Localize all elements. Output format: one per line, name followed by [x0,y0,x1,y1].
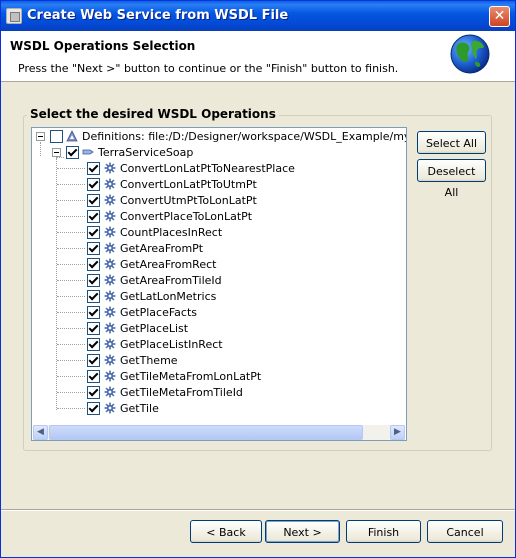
wizard-header: WSDL Operations Selection Press the "Nex… [1,31,515,82]
operation-checkbox[interactable] [87,258,100,271]
collapse-icon[interactable] [36,132,45,141]
operations-tree[interactable]: Definitions: file:/D:/Designer/workspace… [31,127,407,441]
definitions-icon [66,130,78,142]
operation-label: GetAreaFromPt [120,242,204,255]
operation-row[interactable]: GetPlaceListInRect [32,336,406,352]
service-label: TerraServiceSoap [98,146,194,159]
operation-label: CountPlacesInRect [120,226,223,239]
operation-checkbox[interactable] [87,386,100,399]
operation-gear-icon [104,226,116,238]
horizontal-scrollbar[interactable]: ◀ ▶ [33,425,405,440]
operation-row[interactable]: GetAreaFromPt [32,240,406,256]
operation-label: ConvertLonLatPtToNearestPlace [120,162,295,175]
back-button[interactable]: < Back [190,520,262,543]
operation-gear-icon [104,338,116,350]
operation-row[interactable]: GetTile [32,400,406,416]
root-checkbox[interactable] [50,130,63,143]
operation-checkbox[interactable] [87,242,100,255]
collapse-icon[interactable] [52,148,61,157]
operation-gear-icon [104,386,116,398]
operation-gear-icon [104,322,116,334]
operation-label: GetTileMetaFromTileId [120,386,243,399]
operation-label: GetPlaceListInRect [120,338,223,351]
deselect-all-button[interactable]: Deselect All [417,159,486,199]
scroll-right-icon[interactable]: ▶ [390,425,405,440]
operation-row[interactable]: GetTileMetaFromLonLatPt [32,368,406,384]
tree-service-row[interactable]: TerraServiceSoap [32,144,406,160]
operation-row[interactable]: GetTileMetaFromTileId [32,384,406,400]
service-icon [82,149,94,155]
operation-checkbox[interactable] [87,354,100,367]
close-button[interactable]: ✕ [489,6,510,27]
operation-row[interactable]: GetAreaFromTileId [32,272,406,288]
operation-gear-icon [104,274,116,286]
scroll-thumb[interactable] [49,425,363,440]
operation-row[interactable]: ConvertLonLatPtToUtmPt [32,176,406,192]
operation-checkbox[interactable] [87,290,100,303]
root-label: Definitions: file:/D:/Designer/workspace… [82,130,407,143]
operation-gear-icon [104,370,116,382]
select-all-button[interactable]: Select All [417,131,486,154]
operation-row[interactable]: GetLatLonMetrics [32,288,406,304]
window-title: Create Web Service from WSDL File [27,8,289,23]
tree-root-row[interactable]: Definitions: file:/D:/Designer/workspace… [32,128,407,144]
operation-checkbox[interactable] [87,402,100,415]
operation-gear-icon [104,194,116,206]
operation-label: GetLatLonMetrics [120,290,217,303]
operation-label: ConvertLonLatPtToUtmPt [120,178,257,191]
app-icon [6,8,22,24]
operation-checkbox[interactable] [87,322,100,335]
operation-label: GetPlaceFacts [120,306,197,319]
page-title: WSDL Operations Selection [10,39,196,53]
footer-separator [1,509,515,511]
operations-group-label: Select the desired WSDL Operations [27,107,279,121]
operation-row[interactable]: GetAreaFromRect [32,256,406,272]
operation-checkbox[interactable] [87,194,100,207]
operation-row[interactable]: GetPlaceList [32,320,406,336]
operation-row[interactable]: GetPlaceFacts [32,304,406,320]
operation-checkbox[interactable] [87,274,100,287]
operation-gear-icon [104,178,116,190]
operation-checkbox[interactable] [87,210,100,223]
operation-gear-icon [104,306,116,318]
operation-row[interactable]: ConvertUtmPtToLonLatPt [32,192,406,208]
operation-label: GetTileMetaFromLonLatPt [120,370,262,383]
operation-checkbox[interactable] [87,226,100,239]
operation-checkbox[interactable] [87,162,100,175]
operation-checkbox[interactable] [87,306,100,319]
cancel-button[interactable]: Cancel [427,520,503,543]
operation-checkbox[interactable] [87,370,100,383]
globe-icon [450,34,490,74]
operation-row[interactable]: ConvertPlaceToLonLatPt [32,208,406,224]
finish-button[interactable]: Finish [346,520,421,543]
operation-gear-icon [104,242,116,254]
operation-gear-icon [104,290,116,302]
next-button[interactable]: Next > [265,520,340,543]
operation-label: ConvertPlaceToLonLatPt [120,210,253,223]
operation-gear-icon [104,162,116,174]
operation-label: GetTheme [120,354,178,367]
operation-label: GetTile [120,402,159,415]
operation-checkbox[interactable] [87,178,100,191]
page-description: Press the "Next >" button to continue or… [18,62,399,75]
operation-row[interactable]: ConvertLonLatPtToNearestPlace [32,160,406,176]
service-checkbox[interactable] [66,146,79,159]
operation-row[interactable]: CountPlacesInRect [32,224,406,240]
operation-label: GetAreaFromRect [120,258,217,271]
operation-row[interactable]: GetTheme [32,352,406,368]
operation-label: GetPlaceList [120,322,189,335]
operation-gear-icon [104,354,116,366]
wizard-dialog: Create Web Service from WSDL File ✕ WSDL… [0,0,516,558]
operation-gear-icon [104,210,116,222]
operation-label: GetAreaFromTileId [120,274,222,287]
operation-gear-icon [104,402,116,414]
scroll-left-icon[interactable]: ◀ [33,425,48,440]
operation-gear-icon [104,258,116,270]
title-bar[interactable]: Create Web Service from WSDL File ✕ [1,1,515,31]
operation-checkbox[interactable] [87,338,100,351]
operation-label: ConvertUtmPtToLonLatPt [120,194,257,207]
